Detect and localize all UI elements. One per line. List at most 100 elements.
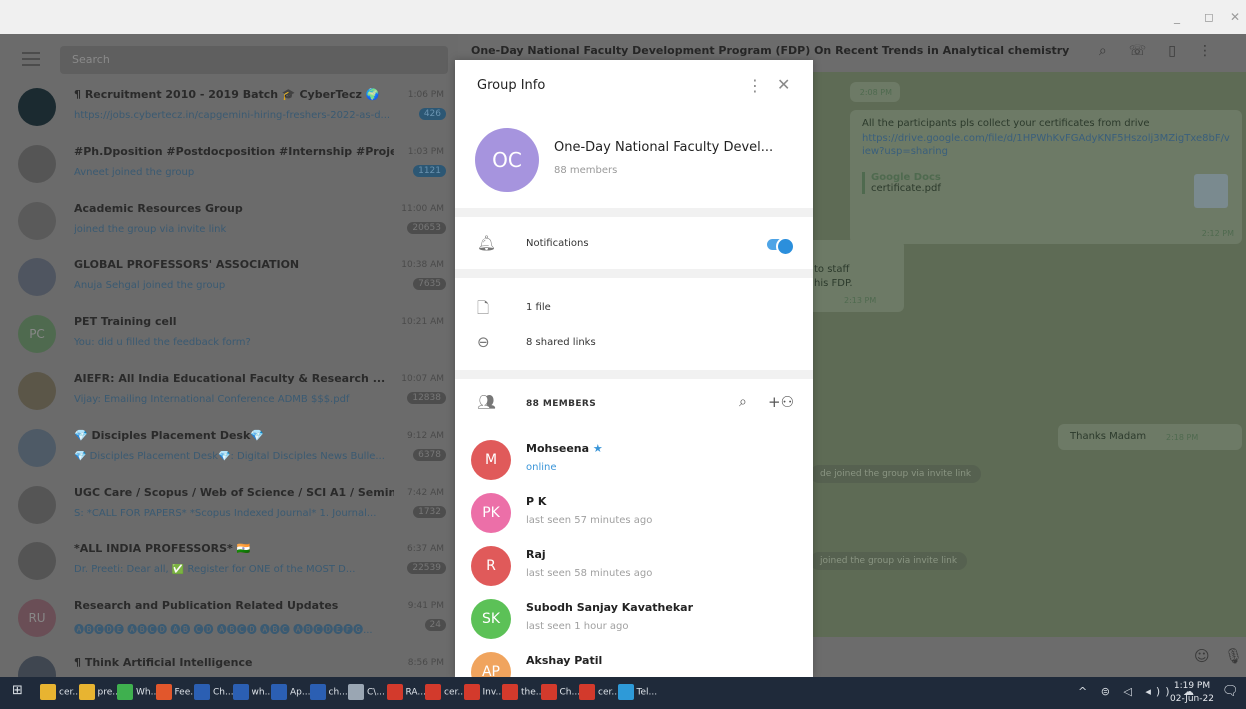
message-time: 2:12 PM — [1201, 229, 1234, 238]
member-status: last seen 1 hour ago — [526, 621, 629, 632]
chat-preview: You: did u filled the feedback form? — [74, 337, 251, 349]
microphone-icon[interactable]: 🎙 — [1224, 647, 1243, 665]
link-preview[interactable]: Google Docs certificate.pdf — [862, 172, 941, 194]
clock-date: 02-Jun-22 — [1170, 694, 1214, 704]
chat-avatar — [18, 428, 56, 467]
shared-links-label: 8 shared links — [526, 337, 596, 348]
taskbar-app-label: wh... — [251, 687, 274, 698]
app-icon — [617, 684, 634, 700]
minimize-icon[interactable]: _ — [1174, 10, 1180, 24]
taskbar-app[interactable]: cer... — [425, 684, 466, 702]
app-icon — [271, 684, 287, 700]
chat-list-item[interactable]: PC PET Training cell You: did u filled the… — [0, 307, 458, 364]
more-icon[interactable]: ⋮ — [747, 76, 763, 95]
add-member-icon[interactable]: +⚇ — [768, 393, 794, 411]
close-icon[interactable]: ✕ — [777, 75, 790, 94]
chat-name: 💎 Disciples Placement Desk💎 — [74, 428, 264, 442]
notifications-row[interactable]: 🔔︎ Notifications — [455, 226, 813, 262]
taskbar-app[interactable]: Tel... — [617, 684, 657, 702]
group-avatar[interactable]: OC — [475, 128, 539, 192]
chat-list-item[interactable]: 💎 Disciples Placement Desk💎 💎 Disciples P… — [0, 421, 458, 478]
shared-links-row[interactable]: ⊖ 8 shared links — [455, 325, 813, 361]
close-window-icon[interactable]: ✕ — [1230, 10, 1240, 24]
section-divider — [455, 208, 813, 217]
chat-list-item[interactable]: AIEFR: All India Educational Faculty & R… — [0, 364, 458, 421]
chat-list-item[interactable]: *ALL INDIA PROFESSORS* 🇮🇳 Dr. Preeti: Dea… — [0, 534, 458, 591]
emoji-icon[interactable]: ☺ — [1194, 647, 1210, 665]
maximize-icon[interactable]: ◻ — [1204, 10, 1214, 24]
group-member-count: 88 members — [554, 165, 618, 176]
chat-list-item[interactable]: ¶ Think Artificial Intelligence 8:56 PM — [0, 648, 458, 677]
app-icon — [540, 684, 557, 700]
chat-list-item[interactable]: RU Research and Publication Related Updat… — [0, 591, 458, 648]
start-icon[interactable]: ⊞ — [12, 683, 23, 701]
chat-list-item[interactable]: UGC Care / Scopus / Web of Science / SCI… — [0, 478, 458, 535]
taskbar-app[interactable]: cer... — [579, 684, 620, 702]
more-icon[interactable]: ⋮ — [1198, 43, 1234, 59]
service-message: joined the group via invite link — [810, 552, 968, 570]
member-row[interactable]: M Mohseena ★ online — [455, 438, 813, 490]
unread-badge: 1121 — [413, 164, 446, 177]
member-row[interactable]: SK Subodh Sanjay Kavathekar last seen 1 ho… — [455, 597, 813, 649]
notifications-toggle[interactable] — [767, 237, 795, 256]
notification-center-icon[interactable]: 🗨 — [1222, 684, 1239, 702]
app-icon — [78, 684, 95, 700]
taskbar-app[interactable]: the... — [502, 684, 544, 702]
files-row[interactable]: 🗋 1 file — [455, 290, 813, 326]
taskbar-app[interactable]: Ch... — [194, 684, 234, 702]
section-divider — [455, 370, 813, 379]
chat-time: 10:07 AM — [401, 373, 444, 384]
chat-list-item[interactable]: GLOBAL PROFESSORS' ASSOCIATION Anuja Sehg… — [0, 250, 458, 307]
chat-preview: Avneet joined the group — [74, 166, 195, 178]
menu-icon[interactable] — [22, 52, 40, 70]
taskbar-app[interactable]: wh... — [232, 684, 274, 702]
taskbar-app[interactable]: Fee... — [155, 684, 199, 702]
taskbar-app[interactable]: C\... — [348, 684, 385, 702]
taskbar-app[interactable]: RA... — [386, 684, 426, 702]
group-info-dialog: Group Info ⋮ ✕ OC One-Day National Facul… — [455, 60, 813, 677]
members-icon: 👥︎ — [477, 393, 497, 411]
chat-list-item[interactable]: ¶ Recruitment 2010 - 2019 Batch 🎓 CyberT… — [0, 80, 458, 137]
call-icon[interactable]: ☏ — [1129, 43, 1169, 59]
app-icon — [194, 684, 210, 700]
service-message: de joined the group via invite link — [810, 465, 982, 483]
taskbar-app[interactable]: ch... — [309, 684, 348, 702]
search-members-icon[interactable]: ⌕ — [739, 394, 747, 410]
chat-list-item[interactable]: #Ph.Dposition #Postdocposition #Internsh… — [0, 137, 458, 194]
section-divider — [455, 269, 813, 278]
unread-badge: 22539 — [407, 562, 446, 575]
taskbar-app[interactable]: pre... — [78, 684, 121, 702]
member-avatar: R — [471, 546, 511, 586]
chat-name: *ALL INDIA PROFESSORS* 🇮🇳 — [74, 542, 251, 556]
chat-name: ¶ Think Artificial Intelligence — [74, 655, 253, 669]
bell-icon: 🔔︎ — [477, 234, 497, 252]
chat-avatar — [18, 371, 56, 410]
chat-name: Academic Resources Group — [74, 201, 243, 215]
message-bubble: 2:08 PM — [850, 82, 900, 102]
preview-source: Google Docs — [871, 172, 941, 183]
clock[interactable]: 1:19 PM 02-Jun-22 — [1170, 680, 1214, 706]
taskbar-app[interactable]: Ap... — [271, 684, 310, 702]
message-text: All the participants pls collect your ce… — [862, 118, 1150, 129]
member-row[interactable]: R Raj last seen 58 minutes ago — [455, 544, 813, 596]
taskbar-app[interactable]: Inv... — [463, 684, 504, 702]
notifications-label: Notifications — [526, 238, 589, 249]
sidebar-icon[interactable]: ▯ — [1168, 43, 1198, 59]
message-text-line: his FDP. — [814, 278, 853, 289]
member-row[interactable]: AP Akshay Patil — [455, 650, 813, 677]
search-icon[interactable]: ⌕ — [1099, 43, 1129, 59]
member-row[interactable]: PK P K last seen 57 minutes ago — [455, 491, 813, 543]
preview-thumbnail-icon[interactable] — [1194, 174, 1228, 208]
member-name: Raj — [526, 548, 546, 561]
chat-list-item[interactable]: Academic Resources Group joined the group… — [0, 194, 458, 251]
message-link[interactable]: https://drive.google.com/file/d/1HPWhKvF… — [862, 132, 1232, 158]
message-bubble: Thanks Madam 2:18 PM — [1058, 424, 1242, 450]
chat-preview: 💎 Disciples Placement Desk💎: Digital Dis… — [74, 450, 385, 462]
taskbar-app[interactable]: Wh... — [117, 684, 159, 702]
taskbar-app[interactable]: cer... — [40, 684, 81, 702]
search-input[interactable]: Search — [60, 46, 448, 74]
taskbar-app[interactable]: Ch... — [540, 684, 580, 702]
chat-preview: S: *CALL FOR PAPERS* *Scopus Indexed Jou… — [74, 507, 377, 519]
chat-title[interactable]: One-Day National Faculty Development Pro… — [471, 44, 1069, 57]
app-icon — [309, 684, 326, 700]
